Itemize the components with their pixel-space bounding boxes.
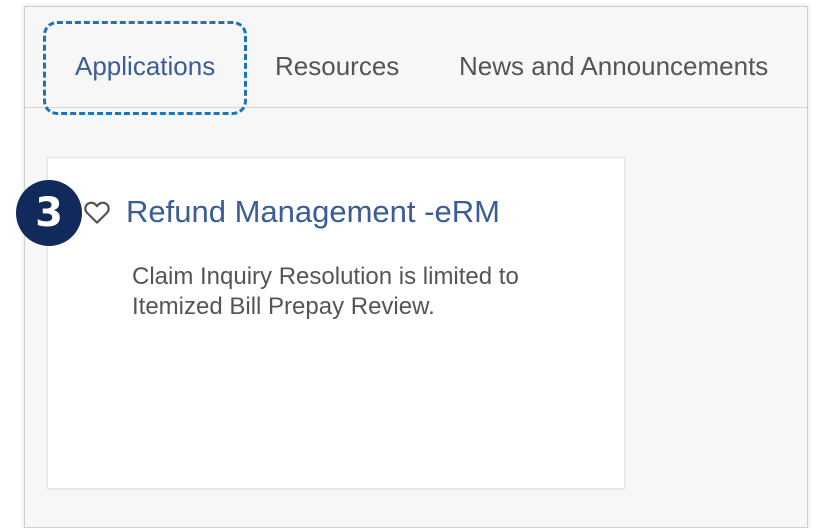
portal-panel: Applications Resources News and Announce… bbox=[24, 6, 808, 528]
tab-news-and-announcements[interactable]: News and Announcements bbox=[459, 51, 768, 82]
step-number-badge: 3 bbox=[16, 180, 82, 246]
application-card: Refund Management -eRM Claim Inquiry Res… bbox=[47, 157, 625, 489]
tab-applications[interactable]: Applications bbox=[75, 51, 215, 82]
tab-bar: Applications Resources News and Announce… bbox=[25, 7, 807, 115]
tab-resources[interactable]: Resources bbox=[275, 51, 399, 82]
heart-icon[interactable] bbox=[82, 197, 112, 227]
card-title-row: Refund Management -eRM bbox=[82, 194, 500, 230]
card-description: Claim Inquiry Resolution is limited to I… bbox=[132, 263, 519, 320]
card-title-link[interactable]: Refund Management -eRM bbox=[126, 194, 500, 230]
